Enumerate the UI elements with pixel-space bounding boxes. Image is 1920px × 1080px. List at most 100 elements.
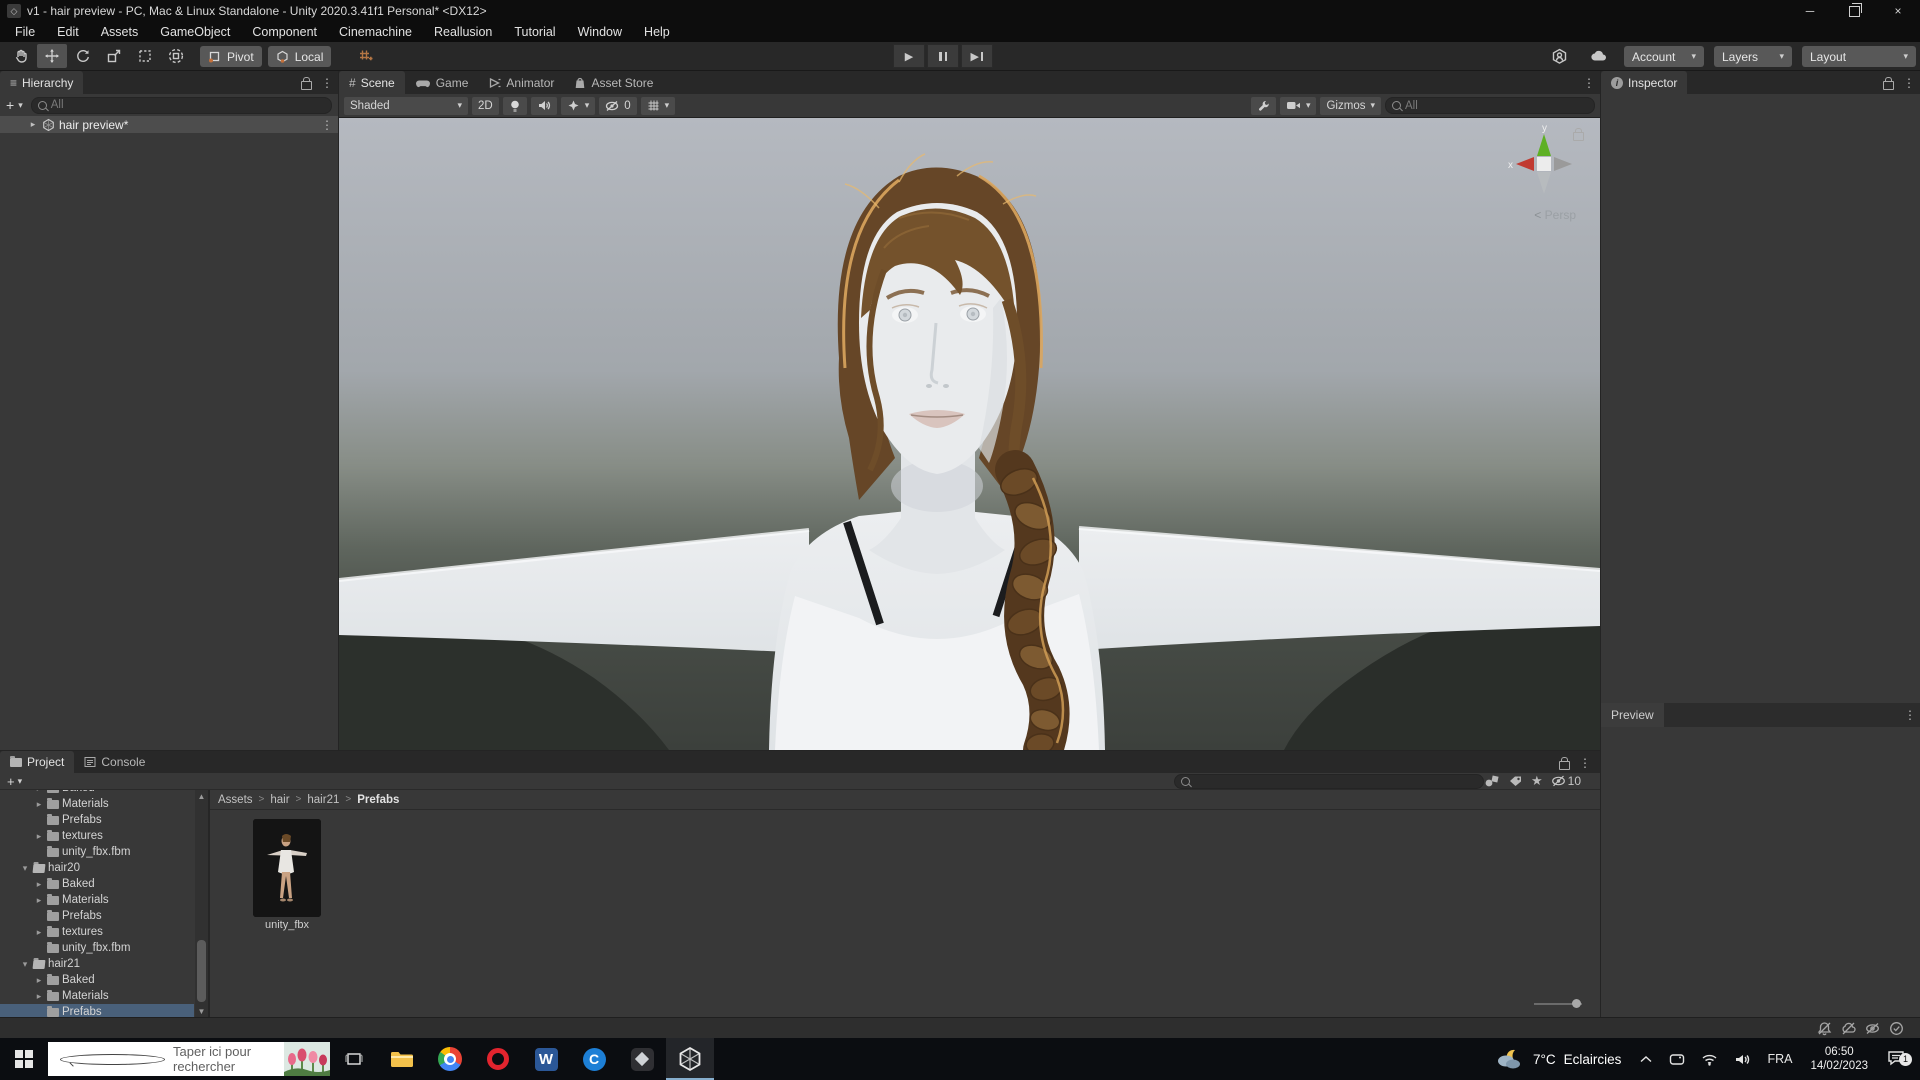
- asset-label[interactable]: unity_fbx: [233, 919, 341, 931]
- taskbar-app-word[interactable]: W: [522, 1038, 570, 1080]
- taskbar-clock[interactable]: 06:50 14/02/2023: [1800, 1045, 1878, 1073]
- menu-item[interactable]: Assets: [90, 22, 150, 42]
- collab-icon[interactable]: [1544, 44, 1574, 68]
- layout-dropdown[interactable]: Layout ▾: [1802, 46, 1916, 67]
- preview-menu-icon[interactable]: ⋮: [1903, 708, 1917, 722]
- volume-icon[interactable]: [1726, 1053, 1759, 1066]
- hidden-icons-chevron[interactable]: [1631, 1054, 1661, 1064]
- taskbar-app-opera[interactable]: [474, 1038, 522, 1080]
- menu-item[interactable]: Cinemachine: [328, 22, 423, 42]
- tree-item[interactable]: ▸ Materials: [0, 988, 194, 1004]
- scrollbar-thumb[interactable]: [197, 940, 206, 1002]
- taskbar-app-chrome[interactable]: [426, 1038, 474, 1080]
- account-dropdown[interactable]: Account ▾: [1624, 46, 1704, 67]
- projection-mode-label[interactable]: < Persp: [1534, 208, 1576, 222]
- tab-project[interactable]: Project: [0, 751, 75, 773]
- tab-console[interactable]: Console: [74, 751, 155, 773]
- create-asset-button[interactable]: +: [7, 774, 15, 789]
- rect-tool-button[interactable]: [130, 44, 160, 68]
- status-check-icon[interactable]: [1889, 1021, 1904, 1036]
- taskbar-weather[interactable]: 7°C Eclaircies: [1485, 1046, 1631, 1072]
- tree-item[interactable]: ▾ hair20: [0, 860, 194, 876]
- menu-item[interactable]: Window: [567, 22, 633, 42]
- preview-panel-header[interactable]: Preview ⋮: [1601, 703, 1920, 727]
- hand-tool-button[interactable]: [6, 44, 36, 68]
- scene-tab-menu-icon[interactable]: ⋮: [1582, 76, 1596, 90]
- menu-item[interactable]: GameObject: [149, 22, 241, 42]
- notification-center-button[interactable]: 1: [1878, 1049, 1920, 1070]
- hidden-packages-count[interactable]: 10: [1551, 774, 1581, 788]
- disclosure-icon[interactable]: ▸: [34, 927, 44, 938]
- tree-item[interactable]: ▾ hair21: [0, 956, 194, 972]
- shading-mode-dropdown[interactable]: Shaded ▾: [344, 96, 468, 115]
- tab-animator[interactable]: Animator: [478, 71, 564, 94]
- menu-item[interactable]: Tutorial: [503, 22, 566, 42]
- taskbar-app-unity-editor[interactable]: [666, 1038, 714, 1080]
- tree-item[interactable]: Prefabs: [0, 812, 194, 828]
- move-tool-button[interactable]: [37, 44, 67, 68]
- task-view-button[interactable]: [330, 1038, 378, 1080]
- hierarchy-search-input[interactable]: All: [30, 96, 332, 114]
- tree-scrollbar[interactable]: ▲ ▼: [195, 790, 208, 1018]
- disclosure-icon[interactable]: ▸: [34, 831, 44, 842]
- disclosure-icon[interactable]: ▾: [20, 959, 30, 970]
- minimize-button[interactable]: ─: [1788, 0, 1832, 22]
- asset-thumbnail[interactable]: [253, 819, 321, 917]
- thumbnail-size-slider[interactable]: [1534, 999, 1582, 1009]
- slider-knob[interactable]: [1572, 999, 1581, 1008]
- create-asset-caret-icon[interactable]: ▾: [18, 776, 23, 787]
- project-search-input[interactable]: [1174, 773, 1484, 789]
- disclosure-icon[interactable]: ▸: [34, 790, 44, 794]
- status-cloud-icon[interactable]: [1841, 1021, 1856, 1036]
- tree-item[interactable]: Prefabs: [0, 1004, 194, 1018]
- disclosure-icon[interactable]: ▸: [34, 975, 44, 986]
- taskbar-search-input[interactable]: Taper ici pour rechercher: [48, 1042, 330, 1076]
- viewport-lock-icon[interactable]: [1573, 128, 1584, 144]
- taskbar-app-explorer[interactable]: [378, 1038, 426, 1080]
- pivot-toggle-button[interactable]: Pivot: [200, 46, 262, 67]
- breadcrumb-item-current[interactable]: Prefabs: [357, 794, 399, 806]
- taskbar-app-unity-hub[interactable]: [618, 1038, 666, 1080]
- lighting-toggle-button[interactable]: [502, 96, 527, 115]
- grid-snap-button[interactable]: [351, 44, 381, 68]
- tab-preview[interactable]: Preview: [1601, 703, 1664, 727]
- tab-inspector[interactable]: i Inspector: [1601, 71, 1688, 94]
- tab-game[interactable]: Game: [405, 71, 479, 94]
- scale-tool-button[interactable]: [99, 44, 129, 68]
- layers-dropdown[interactable]: Layers ▾: [1714, 46, 1792, 67]
- tree-item[interactable]: Prefabs: [0, 908, 194, 924]
- start-button[interactable]: [0, 1038, 48, 1080]
- hierarchy-menu-icon[interactable]: ⋮: [320, 76, 334, 90]
- tab-asset-store[interactable]: Asset Store: [564, 71, 663, 94]
- add-object-caret-icon[interactable]: ▾: [18, 100, 23, 111]
- add-object-button[interactable]: +: [6, 97, 14, 113]
- tab-scene[interactable]: # Scene: [339, 71, 405, 94]
- close-button[interactable]: ×: [1876, 0, 1920, 22]
- wifi-icon[interactable]: [1693, 1053, 1726, 1066]
- project-lock-icon[interactable]: [1559, 757, 1570, 773]
- search-by-type-icon[interactable]: [1484, 774, 1500, 788]
- search-by-label-icon[interactable]: [1508, 775, 1523, 788]
- grid-visibility-dropdown[interactable]: ▾: [640, 96, 676, 115]
- breadcrumb-item[interactable]: hair21: [307, 794, 339, 806]
- tree-content-divider[interactable]: [208, 790, 210, 1018]
- disclosure-icon[interactable]: ▸: [34, 895, 44, 906]
- hidden-objects-button[interactable]: 0: [599, 96, 637, 115]
- scene-item-menu-icon[interactable]: ⋮: [320, 118, 334, 132]
- status-bell-icon[interactable]: [1817, 1021, 1832, 1036]
- scene-search-input[interactable]: All: [1385, 97, 1595, 114]
- menu-item[interactable]: Help: [633, 22, 681, 42]
- cloud-icon[interactable]: [1584, 44, 1614, 68]
- tree-item[interactable]: ▸ Baked: [0, 972, 194, 988]
- scroll-down-icon[interactable]: ▼: [195, 1007, 208, 1016]
- pause-button[interactable]: [927, 44, 959, 68]
- effects-dropdown-button[interactable]: ▾: [560, 96, 596, 115]
- play-button[interactable]: ▶: [893, 44, 925, 68]
- menu-item[interactable]: File: [4, 22, 46, 42]
- restore-button[interactable]: [1832, 0, 1876, 22]
- tree-item[interactable]: ▸ textures: [0, 828, 194, 844]
- taskbar-app-c[interactable]: C: [570, 1038, 618, 1080]
- transform-tool-button[interactable]: [161, 44, 191, 68]
- inspector-lock-icon[interactable]: [1883, 77, 1894, 93]
- tab-hierarchy[interactable]: ≡ Hierarchy: [0, 71, 84, 94]
